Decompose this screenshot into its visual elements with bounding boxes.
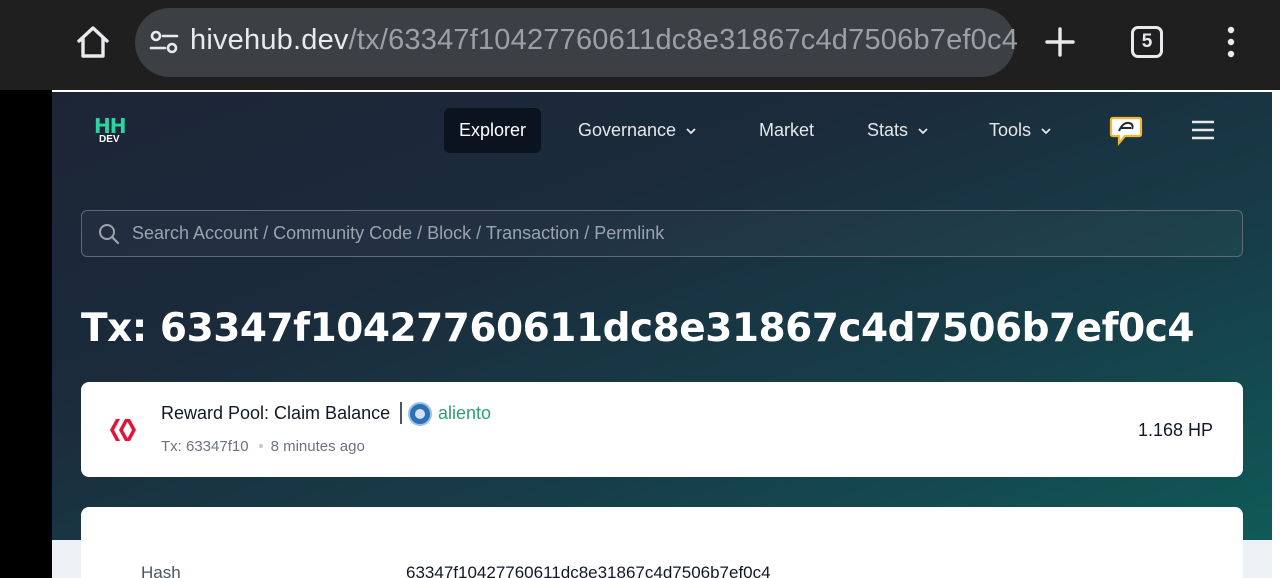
nav-tools[interactable]: Tools [989,108,1051,153]
search-box[interactable] [81,210,1243,257]
chevron-down-icon [686,128,696,135]
url-host: hivehub.dev [190,24,349,56]
nav-governance[interactable]: Governance [578,108,696,153]
nav-explorer[interactable]: Explorer [444,108,542,153]
new-tab-plus-icon[interactable] [1045,27,1075,57]
hash-label: Hash [141,563,181,578]
more-vert-icon[interactable] [1222,26,1240,58]
logo-sub: DEV [99,134,120,145]
hamburger-menu-icon[interactable] [1191,120,1215,140]
nav-governance-label: Governance [578,120,677,140]
search-icon [99,224,120,245]
site-settings-icon[interactable] [149,29,179,55]
tx-short-id[interactable]: Tx: 63347f10 [161,438,249,455]
site-content: HH DEV Explorer Governance Market Stats … [52,92,1272,540]
divider [400,402,402,424]
operation-meta: Tx: 63347f10 8 minutes ago [161,438,365,455]
page-title: Tx: 63347f10427760611dc8e31867c4d7506b7e… [81,306,1194,351]
nav-tools-label: Tools [989,120,1032,140]
chat-icon[interactable] [1109,114,1143,146]
site-logo[interactable]: HH DEV [94,114,130,148]
browser-toolbar: hivehub.dev/tx/63347f10427760611dc8e3186… [0,0,1280,90]
transaction-details-card: Hash 63347f10427760611dc8e31867c4d7506b7… [81,507,1243,578]
chevron-down-icon [1041,128,1051,135]
home-icon[interactable] [74,24,112,60]
nav-stats[interactable]: Stats [867,108,928,153]
tab-switcher-icon[interactable]: 5 [1131,26,1163,58]
time-ago: 8 minutes ago [270,438,365,455]
nav-market[interactable]: Market [759,108,814,153]
dot-separator [258,443,263,448]
avatar[interactable] [408,402,432,426]
account-link[interactable]: aliento [438,403,491,424]
operation-card: Reward Pool: Claim Balance aliento Tx: 6… [81,382,1243,477]
operation-name: Reward Pool: Claim Balance [161,403,391,423]
address-bar[interactable]: hivehub.dev/tx/63347f10427760611dc8e3186… [135,8,1018,77]
url-text[interactable]: hivehub.dev/tx/63347f10427760611dc8e3186… [190,24,1018,57]
url-path: /tx/63347f10427760611dc8e31867c4d7506b7e… [348,24,1019,56]
hive-logo-icon [110,419,136,441]
operation-amount: 1.168 HP [1137,420,1213,440]
nav-stats-label: Stats [867,120,909,140]
chevron-down-icon [918,128,928,135]
hash-value: 63347f10427760611dc8e31867c4d7506b7ef0c4 [406,563,771,578]
search-input[interactable] [132,211,1232,256]
